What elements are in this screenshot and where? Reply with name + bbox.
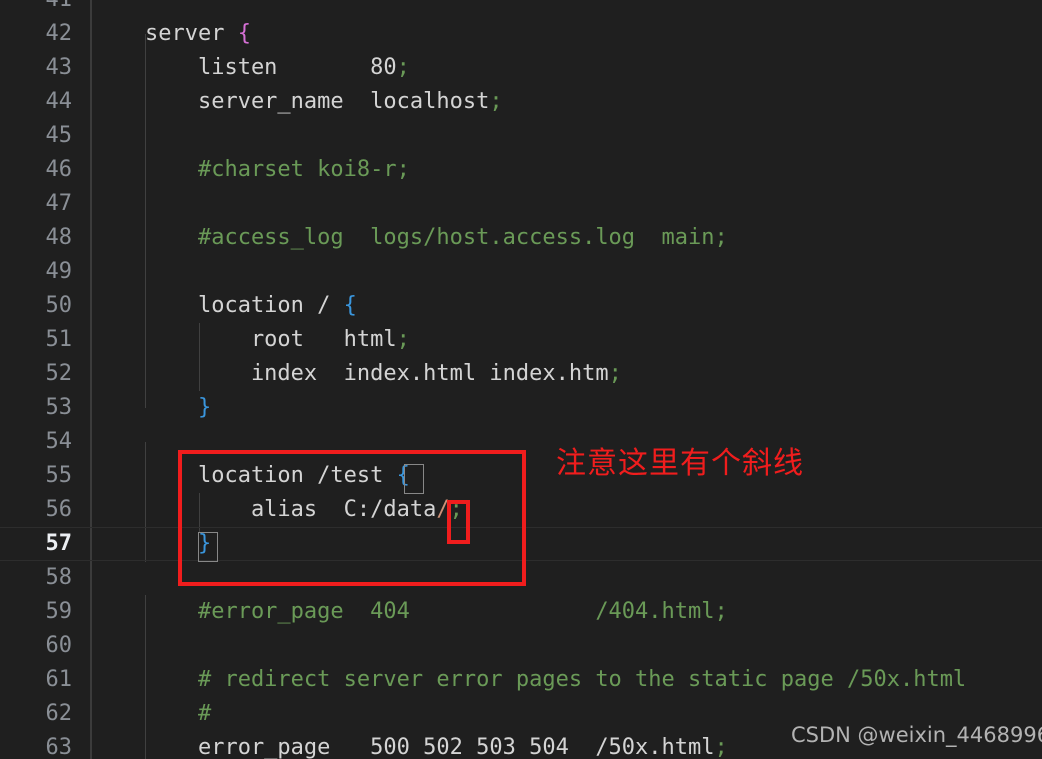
- code-line-63-directive: error_page 500 502 503 504 /50x.html: [92, 735, 715, 759]
- line-number-58: 58: [45, 565, 73, 590]
- code-line-48-comment: #access_log logs/host.access.log main;: [92, 225, 728, 250]
- code-line-53-indent: [92, 395, 198, 420]
- line-number-62: 62: [45, 701, 73, 726]
- code-line-56-trailing-slash: /: [436, 497, 450, 522]
- code-line-44: server_name localhost;: [92, 85, 1042, 119]
- code-line-53-close-brace: }: [197, 395, 212, 420]
- line-number-52: 52: [45, 361, 73, 386]
- code-line-55-open-brace: {: [396, 463, 410, 488]
- code-line-50: location / {: [92, 289, 1042, 323]
- code-line-43-semicolon: ;: [396, 55, 410, 80]
- code-line-51: root html;: [92, 323, 1042, 357]
- code-line-42-open-brace: {: [237, 21, 251, 46]
- code-line-50-directive: location /: [92, 293, 344, 318]
- code-line-61: # redirect server error pages to the sta…: [92, 663, 1042, 697]
- line-number-45: 45: [45, 123, 73, 148]
- code-line-57-close-brace: }: [197, 531, 212, 556]
- line-number-41: 41: [0, 0, 73, 17]
- code-line-55-directive: location /test: [92, 463, 397, 488]
- csdn-watermark: CSDN @weixin_44689966: [791, 723, 1042, 747]
- code-line-46: #charset koi8-r;: [92, 153, 1042, 187]
- code-line-62-comment: #: [92, 701, 212, 726]
- line-number-56: 56: [45, 497, 73, 522]
- code-line-52: index index.html index.htm;: [92, 357, 1042, 391]
- code-line-48: #access_log logs/host.access.log main;: [92, 221, 1042, 255]
- code-line-63-semicolon: ;: [714, 735, 728, 759]
- annotation-note-text: 注意这里有个斜线: [556, 446, 804, 481]
- line-number-49: 49: [45, 259, 73, 284]
- line-number-51: 51: [45, 327, 73, 352]
- line-number-54: 54: [45, 429, 73, 454]
- code-line-50-open-brace: {: [343, 293, 357, 318]
- line-number-63: 63: [45, 735, 73, 759]
- line-number-gutter: 41 42 43 44 45 46 47 48 49 50 51 52 53 5…: [0, 0, 92, 759]
- line-number-50: 50: [45, 293, 73, 318]
- code-line-61-comment: # redirect server error pages to the sta…: [92, 667, 967, 692]
- code-line-42-keyword: server: [92, 21, 238, 46]
- code-line-42: server {: [92, 17, 1042, 51]
- line-number-59: 59: [45, 599, 73, 624]
- line-number-46: 46: [45, 157, 73, 182]
- code-line-51-directive: root html: [92, 327, 397, 352]
- line-number-43: 43: [45, 55, 73, 80]
- code-line-51-semicolon: ;: [396, 327, 410, 352]
- line-number-48: 48: [45, 225, 73, 250]
- code-line-53: }: [92, 391, 1042, 425]
- code-line-52-directive: index index.html index.htm: [92, 361, 609, 386]
- line-number-60: 60: [45, 633, 73, 658]
- code-line-46-comment: #charset koi8-r;: [92, 157, 410, 182]
- code-line-56: alias C:/data/;: [92, 493, 1042, 527]
- code-line-59-comment: #error_page 404 /404.html;: [92, 599, 728, 624]
- code-line-43: listen 80;: [92, 51, 1042, 85]
- code-content-area[interactable]: server { listen 80; server_name localhos…: [92, 0, 1042, 759]
- code-line-56-directive: alias C:/data: [92, 497, 437, 522]
- line-number-47: 47: [45, 191, 73, 216]
- code-line-59: #error_page 404 /404.html;: [92, 595, 1042, 629]
- line-number-55: 55: [45, 463, 73, 488]
- line-number-57: 57: [45, 531, 73, 556]
- code-line-44-semicolon: ;: [489, 89, 503, 114]
- line-number-42: 42: [45, 21, 73, 46]
- code-line-57: }: [92, 527, 1042, 561]
- code-line-56-semicolon: ;: [449, 497, 463, 522]
- code-editor-screenshot: 41 42 43 44 45 46 47 48 49 50 51 52 53 5…: [0, 0, 1042, 759]
- code-line-52-semicolon: ;: [608, 361, 622, 386]
- line-number-44: 44: [45, 89, 73, 114]
- code-line-57-indent: [92, 531, 198, 556]
- line-number-61: 61: [45, 667, 73, 692]
- code-line-43-directive: listen 80: [92, 55, 397, 80]
- code-line-44-directive: server_name localhost: [92, 89, 490, 114]
- line-number-53: 53: [45, 395, 73, 420]
